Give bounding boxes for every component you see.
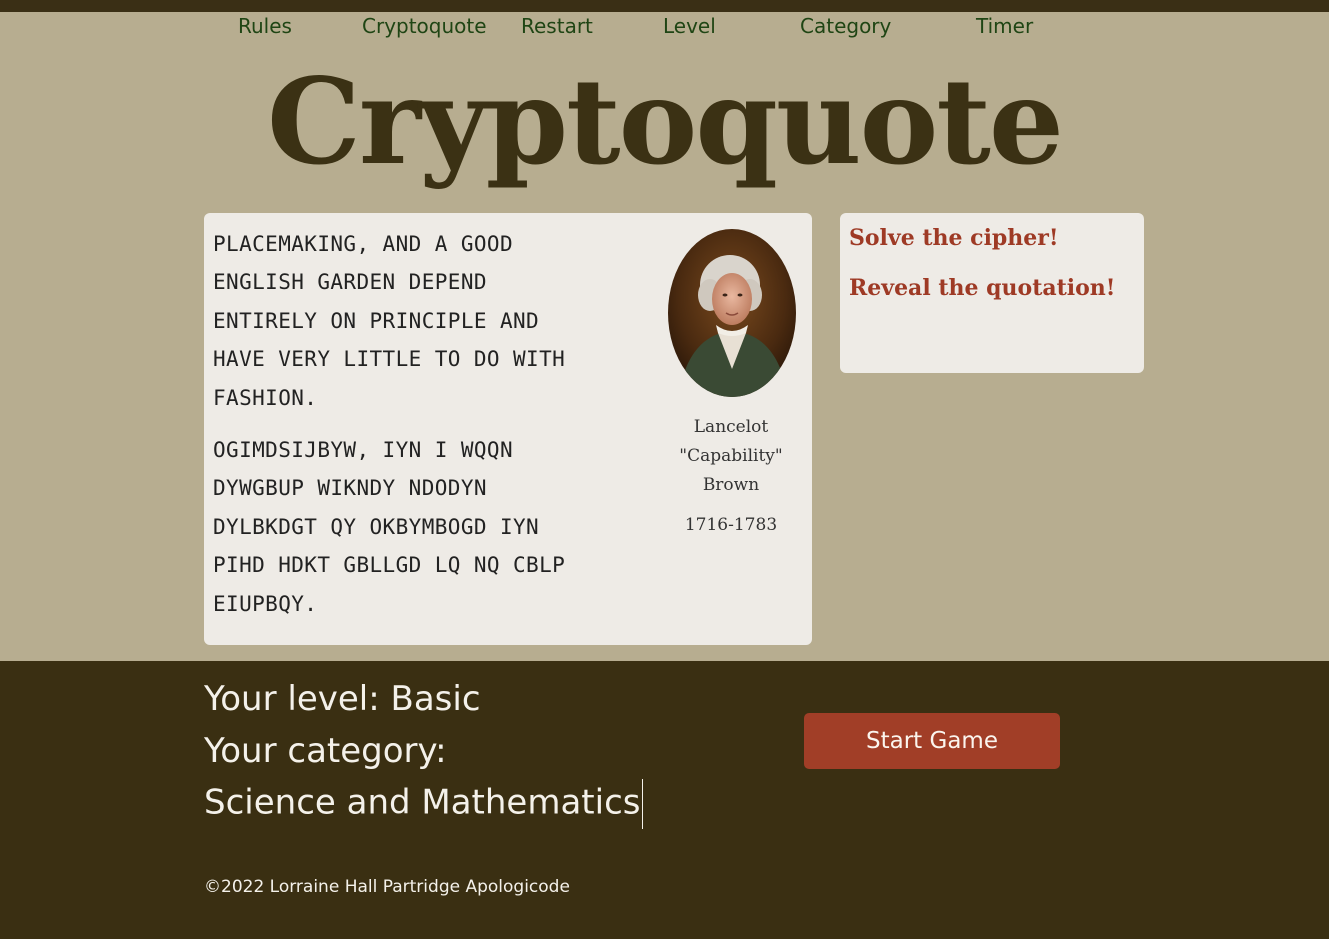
quote-card: PLACEMAKING, AND A GOOD ENGLISH GARDEN D…	[204, 213, 812, 645]
plain-line: ENGLISH GARDEN DEPEND	[213, 270, 487, 295]
author-name-line: "Capability"	[679, 446, 783, 466]
plain-line: HAVE VERY LITTLE TO DO WITH	[213, 347, 566, 372]
category-value-wrap: Science and Mathematics	[204, 779, 643, 829]
cipher-line: PIHD HDKT GBLLGD LQ NQ CBLP	[213, 553, 566, 578]
cipher-line: OGIMDSIJBYW, IYN I WQQN	[213, 438, 513, 462]
author-name-line: Brown	[702, 475, 760, 495]
cipher-line: DYWGBUP WIKNDY NDODYN	[213, 476, 487, 501]
page-title: Cryptoquote	[267, 52, 1064, 191]
level-display: Your level: Basic	[204, 679, 481, 719]
copyright: ©2022 Lorraine Hall Partridge Apologicod…	[204, 877, 570, 897]
plain-line: ENTIRELY ON PRINCIPLE AND	[213, 308, 540, 333]
top-strip	[0, 0, 1329, 12]
nav-cryptoquote[interactable]: Cryptoquote	[362, 14, 487, 38]
author-portrait	[668, 229, 796, 397]
instruction-reveal: Reveal the quotation!	[849, 275, 1116, 301]
text-caret	[641, 779, 643, 829]
nav-category[interactable]: Category	[800, 14, 891, 38]
start-game-button[interactable]: Start Game	[804, 713, 1060, 769]
cipher-line: EIUPBQY.	[213, 591, 318, 616]
instruction-solve: Solve the cipher!	[849, 225, 1059, 251]
author-dates: 1716-1783	[684, 515, 778, 535]
instructions-card: Solve the cipher! Reveal the quotation!	[840, 213, 1144, 373]
cipher-line: DYLBKDGT QY OKBYMBOGD IYN	[213, 514, 540, 539]
nav-level[interactable]: Level	[663, 14, 716, 38]
cipher-quote: OGIMDSIJBYW, IYN I WQQN DYWGBUP WIKNDY N…	[213, 431, 653, 623]
nav-restart[interactable]: Restart	[521, 14, 593, 38]
footer: Your level: Basic Your category: Science…	[0, 661, 1329, 939]
category-value: Science and Mathematics	[204, 782, 641, 823]
author-name-line: Lancelot	[693, 417, 769, 437]
nav-rules[interactable]: Rules	[238, 14, 292, 38]
nav-timer[interactable]: Timer	[976, 14, 1033, 38]
plain-line: FASHION.	[213, 385, 318, 410]
author-name: Lancelot "Capability" Brown	[666, 413, 796, 500]
portrait-image	[668, 229, 796, 397]
main-nav: Rules Cryptoquote Restart Level Category…	[0, 14, 1329, 44]
category-label: Your category:	[204, 731, 447, 771]
plain-quote: PLACEMAKING, AND A GOOD ENGLISH GARDEN D…	[213, 225, 653, 417]
plain-line: PLACEMAKING, AND A GOOD	[213, 232, 513, 256]
